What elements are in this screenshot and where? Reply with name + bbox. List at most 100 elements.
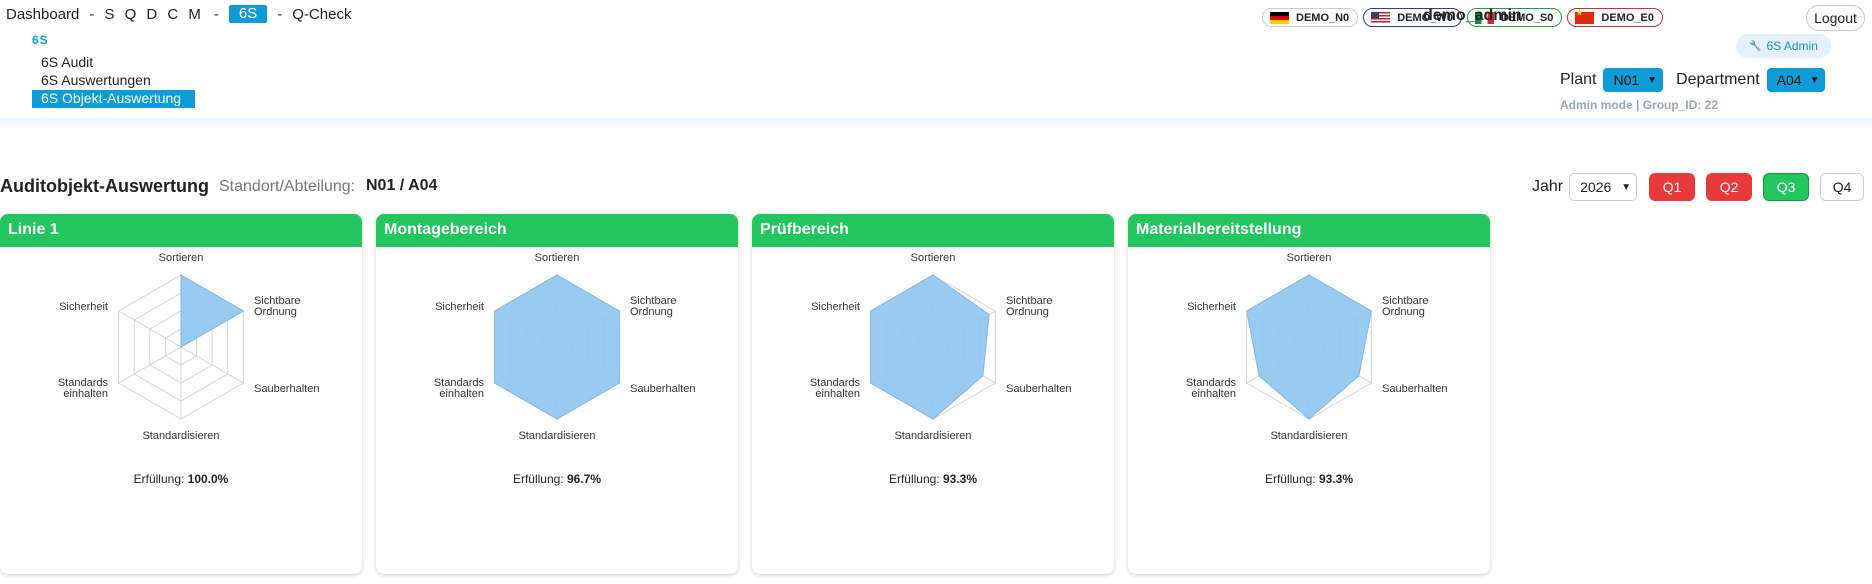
radar-axis-label: Standardisieren <box>894 430 971 442</box>
year-label: Jahr <box>1532 178 1564 195</box>
quarter-button-q2[interactable]: Q2 <box>1706 173 1753 201</box>
radar-axis-label: Standardisieren <box>1270 430 1347 442</box>
nav-separator: - <box>277 5 283 23</box>
radar-axis-label-line: Sortieren <box>911 252 956 264</box>
chevron-down-icon: ▼ <box>1621 181 1632 193</box>
subnav-item-6s-auswertungen[interactable]: 6S Auswertungen <box>32 72 195 90</box>
nav-6s[interactable]: 6S <box>228 5 268 23</box>
radar-axis-label-line: Sicherheit <box>811 301 860 313</box>
radar-axis-label: Sichtbare Ordnung <box>1006 295 1052 318</box>
language-button-n0[interactable]: DEMO_N0 <box>1262 8 1359 27</box>
nav-separator: - <box>213 5 219 23</box>
page-title: Auditobjekt-Auswertung <box>0 176 209 196</box>
chevron-down-icon: ▼ <box>1647 74 1658 86</box>
department-label: Department <box>1676 71 1760 88</box>
audit-object-card: Materialbereitstellung Sortieren Sichtbar… <box>1128 214 1490 574</box>
radar-axis-label-line: Sauberhalten <box>1382 383 1447 395</box>
language-button-e0[interactable]: DEMO_E0 <box>1567 8 1663 27</box>
radar-axis-label: Standards einhalten <box>810 377 861 400</box>
radar-axis-label-line: Standardisieren <box>518 430 595 442</box>
radar-axis-label: Sortieren <box>911 252 956 264</box>
radar-axis-label-line: Ordnung <box>1382 306 1425 318</box>
plant-label: Plant <box>1560 71 1597 88</box>
plant-department-selector: Plant N01 ▼ Department A04 ▼ <box>1560 68 1826 92</box>
nav-sqdcm[interactable]: S Q D C M <box>104 6 204 23</box>
department-select[interactable]: A04 ▼ <box>1766 68 1826 92</box>
radar-chart: Sortieren Sichtbare Ordnung Sauberhalten Sta… <box>810 252 1072 486</box>
subnav-item-6s-objekt-auswertung[interactable]: 6S Objekt-Auswertung <box>32 90 195 108</box>
wrench-icon: 🔧 <box>1749 40 1762 52</box>
location-value: N01 / A04 <box>366 177 438 194</box>
audit-object-card: Prüfbereich Sortieren Sichtbare Ordnung Sau… <box>752 214 1114 574</box>
fulfillment-value: 96.7% <box>567 472 601 486</box>
radar-axis-label-line: Ordnung <box>254 306 297 318</box>
radar-axis-label-line: einhalten <box>815 388 860 400</box>
radar-axis-label-line: Sauberhalten <box>630 383 695 395</box>
radar-axis-label: Sicherheit <box>435 301 484 313</box>
quarter-button-q3[interactable]: Q3 <box>1763 173 1810 201</box>
card-title: Materialbereitstellung <box>1128 214 1490 247</box>
fulfillment-label: Erfüllung: <box>513 472 567 486</box>
card-title: Montagebereich <box>376 214 738 247</box>
audit-object-card: Linie 1 Sortieren Sichtbare Ordnung Sauberh… <box>0 214 362 574</box>
username: demo_admin <box>1423 7 1522 24</box>
card-title: Linie 1 <box>0 214 362 247</box>
radar-axis-label-line: Sicherheit <box>59 301 108 313</box>
fulfillment-text: Erfüllung: 93.3% <box>1265 472 1353 486</box>
radar-axis-label-line: Standardisieren <box>1270 430 1347 442</box>
nav-separator: - <box>89 5 95 23</box>
location-label: Standort/Abteilung: <box>219 178 356 195</box>
subnav-title: 6S <box>32 33 49 47</box>
radar-axis-label: Standards einhalten <box>1186 377 1237 400</box>
radar-axis-label-line: Sicherheit <box>1187 301 1236 313</box>
radar-axis-label: Sicherheit <box>1187 301 1236 313</box>
radar-axis-label-line: Ordnung <box>630 306 673 318</box>
radar-axis-label-line: Sauberhalten <box>1006 383 1071 395</box>
china-flag-icon <box>1575 9 1595 24</box>
radar-axis-label: Sortieren <box>1287 252 1332 264</box>
radar-axis-label: Standards einhalten <box>434 377 485 400</box>
radar-axis-label: Standards einhalten <box>58 377 109 400</box>
period-filter: Jahr 2026 ▼ Q1 Q2 Q3 Q4 <box>1532 173 1865 201</box>
fulfillment-text: Erfüllung: 100.0% <box>134 472 229 486</box>
logout-button[interactable]: Logout <box>1806 5 1865 31</box>
fulfillment-label: Erfüllung: <box>889 472 943 486</box>
plant-value: N01 <box>1613 72 1640 88</box>
radar-axis-label-line: einhalten <box>63 388 108 400</box>
radar-axis-label-line: Standardisieren <box>142 430 219 442</box>
6s-admin-button[interactable]: 🔧 6S Admin <box>1736 34 1831 58</box>
subnav-item-6s-audit[interactable]: 6S Audit <box>32 54 195 72</box>
radar-axis-label-line: Sortieren <box>1287 252 1332 264</box>
radar-chart: Sortieren Sichtbare Ordnung Sauberhalten Sta… <box>1186 252 1448 486</box>
radar-axis-label-line: einhalten <box>439 388 484 400</box>
fulfillment-text: Erfüllung: 96.7% <box>513 472 601 486</box>
fulfillment-label: Erfüllung: <box>1265 472 1319 486</box>
radar-axis-label: Standardisieren <box>518 430 595 442</box>
subnav: 6S Audit 6S Auswertungen 6S Objekt-Auswe… <box>32 54 195 108</box>
radar-axis-label: Sichtbare Ordnung <box>1382 295 1428 318</box>
year-value: 2026 <box>1580 179 1612 195</box>
language-label: DEMO_N0 <box>1296 11 1350 24</box>
year-select[interactable]: 2026 ▼ <box>1569 173 1638 201</box>
fulfillment-text: Erfüllung: 93.3% <box>889 472 977 486</box>
chevron-down-icon: ▼ <box>1809 74 1820 86</box>
plant-select[interactable]: N01 ▼ <box>1603 68 1664 92</box>
audit-object-card: Montagebereich Sortieren Sichtbare Ordnung… <box>376 214 738 574</box>
radar-data-area <box>494 274 620 420</box>
radar-axis-label: Sortieren <box>535 252 580 264</box>
quarter-button-q4[interactable]: Q4 <box>1820 173 1865 201</box>
radar-axis-label: Sauberhalten <box>254 383 319 395</box>
fulfillment-value: 93.3% <box>943 472 977 486</box>
radar-chart: Sortieren Sichtbare Ordnung Sauberhalten Sta… <box>434 252 696 486</box>
usa-flag-icon <box>1371 11 1391 24</box>
quarter-button-q1[interactable]: Q1 <box>1649 173 1696 201</box>
nav-dashboard[interactable]: Dashboard <box>6 6 79 23</box>
radar-axis-label: Sichtbare Ordnung <box>254 295 300 318</box>
radar-axis-label-line: Standardisieren <box>894 430 971 442</box>
radar-data-area <box>1246 274 1372 420</box>
radar-axis-label-line: Sortieren <box>159 252 204 264</box>
nav-q-check[interactable]: Q-Check <box>292 6 351 23</box>
radar-axis-label-line: Ordnung <box>1006 306 1049 318</box>
radar-axis-label: Standardisieren <box>142 430 219 442</box>
radar-axis-label: Sicherheit <box>811 301 860 313</box>
